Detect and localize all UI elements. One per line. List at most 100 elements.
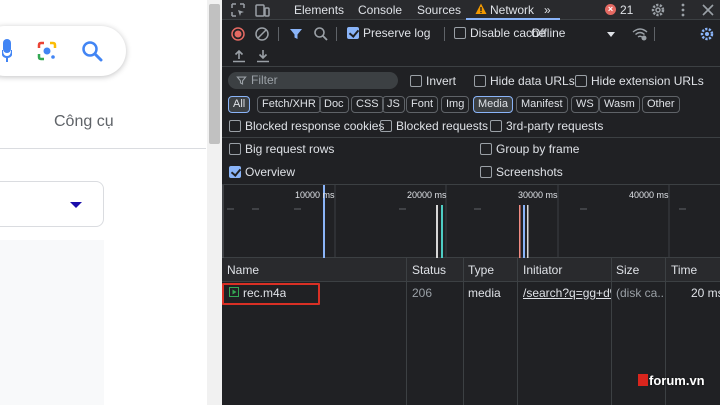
tab-sources[interactable]: Sources — [417, 3, 461, 17]
options-row-3: Overview Screenshots — [222, 161, 720, 183]
tools-link[interactable]: Công cụ — [54, 113, 114, 131]
column-type[interactable]: Type — [468, 263, 494, 277]
blocked-requests-label: Blocked requests — [396, 119, 489, 133]
devtools-panel: Elements Console Sources Network » × 21 — [222, 0, 720, 405]
type-filter-all[interactable]: All — [228, 96, 251, 113]
watermark-text: forum.vn — [649, 373, 705, 388]
toolbar-divider — [654, 27, 655, 41]
filter-placeholder: Filter — [251, 73, 278, 87]
tab-network[interactable]: Network — [490, 3, 534, 17]
request-initiator-link[interactable]: /search?q=gg+d% — [523, 286, 611, 300]
export-har-icon[interactable] — [255, 48, 271, 64]
screenshots-label: Screenshots — [496, 165, 563, 179]
tab-console[interactable]: Console — [358, 3, 402, 17]
error-icon[interactable]: × — [605, 4, 616, 15]
big-rows-checkbox[interactable] — [229, 143, 241, 155]
filter-input[interactable]: Filter — [228, 72, 398, 89]
watermark: forum.vn — [638, 373, 705, 388]
network-toolbar-secondary — [222, 45, 720, 67]
search-icon[interactable] — [81, 40, 103, 62]
column-size[interactable]: Size — [616, 263, 639, 277]
filter-funnel-icon[interactable] — [288, 26, 304, 42]
column-name[interactable]: Name — [227, 263, 259, 277]
scrollbar-thumb[interactable] — [209, 4, 220, 144]
column-divider — [406, 258, 407, 405]
page-scrollbar[interactable] — [207, 0, 222, 405]
screenshots-checkbox[interactable] — [480, 166, 492, 178]
record-icon[interactable] — [230, 26, 246, 42]
tab-elements[interactable]: Elements — [294, 3, 344, 17]
toolbar-divider — [278, 27, 279, 41]
type-filter-ws[interactable]: WS — [571, 96, 599, 113]
blocked-cookies-checkbox[interactable] — [229, 120, 241, 132]
type-filter-css[interactable]: CSS — [351, 96, 384, 113]
chevron-down-icon[interactable] — [607, 32, 615, 37]
divider — [0, 148, 206, 149]
options-row-1: Blocked response cookies Blocked request… — [222, 115, 720, 137]
network-settings-icon[interactable] — [699, 26, 715, 42]
group-by-frame-label: Group by frame — [496, 142, 580, 156]
network-overview-timeline[interactable]: 10000 ms 20000 ms 30000 ms 40000 ms — [222, 184, 720, 259]
close-icon[interactable] — [700, 2, 716, 18]
content-placeholder — [0, 240, 104, 405]
third-party-label: 3rd-party requests — [506, 119, 604, 133]
sforum-logo-icon — [638, 374, 648, 386]
overview-checkbox[interactable] — [229, 166, 241, 178]
clear-icon[interactable] — [254, 26, 270, 42]
search-icon[interactable] — [313, 26, 329, 42]
request-size: (disk ca... — [616, 286, 664, 300]
request-time: 20 ms — [691, 286, 720, 300]
options-row-2: Big request rows Group by frame — [222, 138, 720, 160]
invert-checkbox[interactable] — [410, 75, 422, 87]
microphone-icon[interactable] — [2, 39, 12, 63]
device-toolbar-icon[interactable] — [254, 2, 270, 18]
column-divider — [463, 258, 464, 405]
type-filter-js[interactable]: JS — [382, 96, 405, 113]
throttle-select[interactable]: Offline — [531, 26, 565, 40]
hide-data-urls-checkbox[interactable] — [474, 75, 486, 87]
column-status[interactable]: Status — [412, 263, 446, 277]
type-filter-font[interactable]: Font — [406, 96, 439, 113]
filter-icon — [236, 76, 247, 85]
tick-20000: 20000 ms — [407, 190, 447, 200]
group-by-frame-checkbox[interactable] — [480, 143, 492, 155]
disable-cache-checkbox[interactable] — [454, 27, 466, 39]
error-count[interactable]: 21 — [620, 3, 633, 17]
search-box[interactable] — [0, 26, 126, 76]
toolbar-divider — [336, 27, 337, 41]
column-initiator[interactable]: Initiator — [523, 263, 562, 277]
network-conditions-icon[interactable] — [632, 26, 648, 42]
blocked-requests-checkbox[interactable] — [380, 120, 392, 132]
column-divider — [611, 258, 612, 405]
devtools-tabbar: Elements Console Sources Network » × 21 — [222, 0, 720, 20]
kebab-menu-icon[interactable] — [675, 2, 691, 18]
column-time[interactable]: Time — [671, 263, 697, 277]
tick-10000: 10000 ms — [295, 190, 335, 200]
warning-icon — [475, 3, 487, 14]
hide-extension-urls-label: Hide extension URLs — [591, 74, 704, 88]
dropdown-select[interactable] — [0, 181, 104, 227]
type-filter-manifest[interactable]: Manifest — [516, 96, 568, 113]
preserve-log-label: Preserve log — [363, 26, 431, 40]
invert-label: Invert — [426, 74, 457, 88]
type-filter-img[interactable]: Img — [441, 96, 470, 113]
hide-extension-urls-checkbox[interactable] — [575, 75, 587, 87]
inspect-element-icon[interactable] — [230, 2, 246, 18]
type-filter-fetch-xhr[interactable]: Fetch/XHR — [257, 96, 321, 113]
overview-label: Overview — [245, 165, 296, 179]
type-filter-doc[interactable]: Doc — [319, 96, 349, 113]
annotation-highlight-box — [222, 283, 320, 305]
type-filter-other[interactable]: Other — [642, 96, 680, 113]
tick-40000: 40000 ms — [629, 190, 669, 200]
request-type: media — [468, 286, 501, 300]
third-party-checkbox[interactable] — [490, 120, 502, 132]
import-har-icon[interactable] — [231, 48, 247, 64]
preserve-log-checkbox[interactable] — [347, 27, 359, 39]
toolbar-divider — [444, 27, 445, 41]
google-lens-icon[interactable] — [36, 40, 58, 62]
type-filter-wasm[interactable]: Wasm — [599, 96, 640, 113]
type-filter-media[interactable]: Media — [473, 96, 513, 113]
settings-gear-icon[interactable] — [650, 2, 666, 18]
more-tabs-icon[interactable]: » — [544, 3, 551, 17]
blocked-cookies-label: Blocked response cookies — [245, 119, 385, 133]
